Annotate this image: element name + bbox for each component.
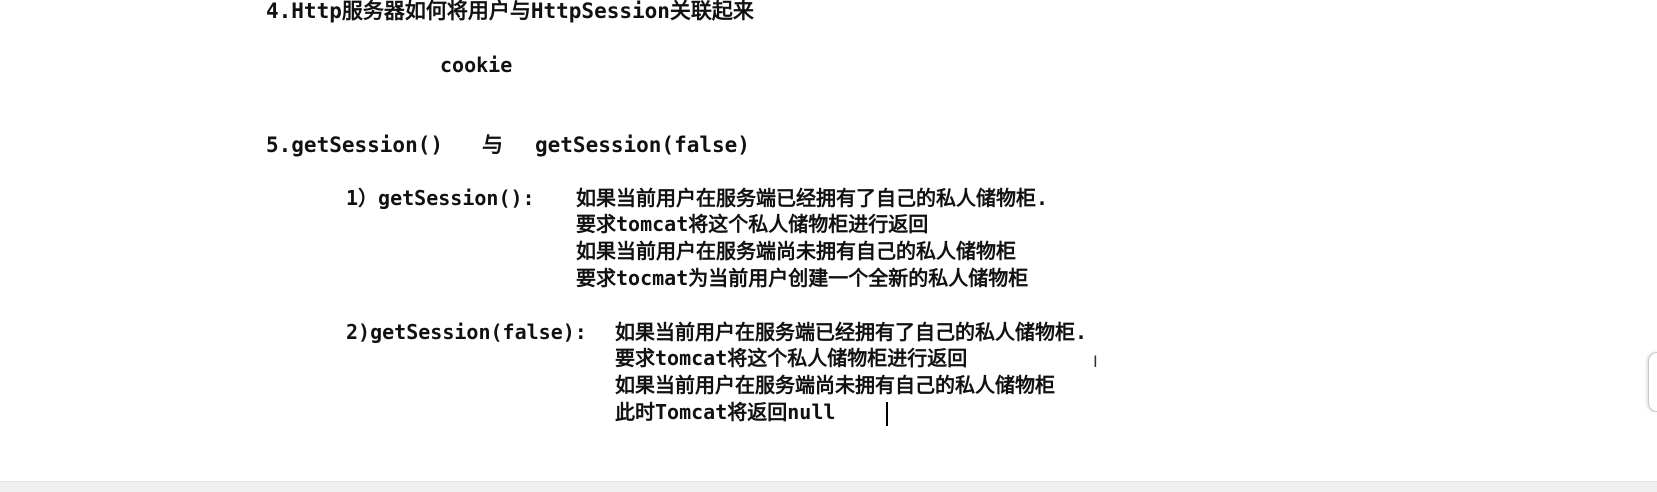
ibeam-cursor-icon: I: [1093, 352, 1098, 371]
answer-4-text: cookie: [440, 53, 513, 77]
text-caret: [886, 402, 888, 426]
item-1-label: 1）getSession():: [346, 186, 535, 210]
item-1-line-3: 如果当前用户在服务端尚未拥有自己的私人储物柜: [576, 239, 1016, 263]
item-2-line-1: 如果当前用户在服务端已经拥有了自己的私人储物柜.: [615, 320, 1088, 344]
item-2-line-2: 要求tomcat将这个私人储物柜进行返回: [615, 346, 968, 370]
bottom-bar: [0, 481, 1657, 492]
item-1-line-2: 要求tomcat将这个私人储物柜进行返回: [576, 212, 929, 236]
heading-question-5-separator: 与: [482, 133, 503, 157]
item-1-line-1: 如果当前用户在服务端已经拥有了自己的私人储物柜.: [576, 186, 1049, 210]
item-1-line-4: 要求tocmat为当前用户创建一个全新的私人储物柜: [576, 266, 1029, 290]
heading-question-4: 4.Http服务器如何将用户与HttpSession关联起来: [266, 0, 754, 23]
heading-question-5-part-b: getSession(false): [535, 133, 750, 157]
side-panel-handle[interactable]: [1648, 352, 1657, 412]
item-2-line-4: 此时Tomcat将返回null: [615, 400, 836, 424]
heading-question-5-part-a: 5.getSession(): [266, 133, 444, 157]
item-2-line-3: 如果当前用户在服务端尚未拥有自己的私人储物柜: [615, 373, 1055, 397]
item-2-label: 2)getSession(false):: [346, 320, 587, 344]
